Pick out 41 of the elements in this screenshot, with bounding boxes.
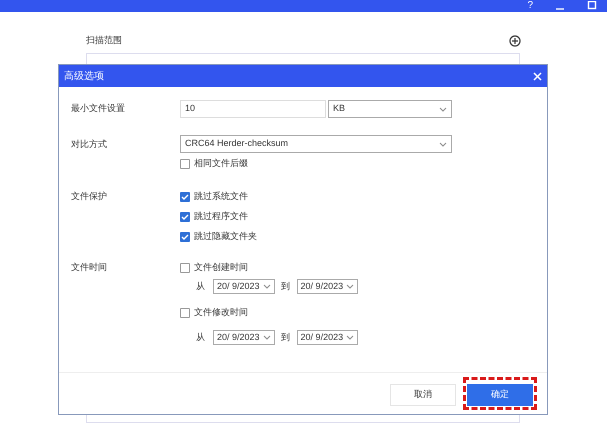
date-field[interactable]: 20/ 9/2023 xyxy=(296,330,358,345)
checkbox[interactable] xyxy=(180,192,190,202)
unit-select[interactable]: KB xyxy=(328,100,452,118)
field-label: 对比方式 xyxy=(71,138,108,151)
checkbox-label: 文件创建时间 xyxy=(194,261,248,274)
field-label: 文件时间 xyxy=(71,261,108,274)
add-icon[interactable] xyxy=(509,34,521,47)
from-label: 从 xyxy=(196,280,206,293)
help-button[interactable]: ? xyxy=(527,1,533,11)
chevron-down-icon xyxy=(439,142,447,146)
chevron-down-icon xyxy=(439,106,447,112)
checkbox[interactable] xyxy=(180,232,190,242)
chevron-down-icon xyxy=(346,284,354,289)
min-size-field[interactable]: 10 xyxy=(180,100,326,118)
close-icon[interactable] xyxy=(533,72,542,80)
chevron-down-icon xyxy=(262,284,271,289)
from-label: 从 xyxy=(196,330,206,344)
checkbox-label: 文件修改时间 xyxy=(194,306,248,320)
checkbox[interactable] xyxy=(180,212,190,222)
checkbox[interactable] xyxy=(180,159,190,169)
date-field[interactable]: 20/ 9/2023 xyxy=(213,330,275,345)
checkbox-label: 跳过隐藏文件夹 xyxy=(194,230,257,244)
to-label: 到 xyxy=(280,330,292,344)
chevron-down-icon xyxy=(346,335,354,340)
confirm-button[interactable]: 确定 xyxy=(467,384,533,406)
cancel-button[interactable]: 取消 xyxy=(390,384,456,406)
checkbox[interactable] xyxy=(180,308,190,318)
to-label: 到 xyxy=(280,280,292,293)
checkbox-label: 跳过系统文件 xyxy=(194,190,248,204)
dialog-title: 高级选项 xyxy=(64,70,104,84)
checkbox-label: 跳过程序文件 xyxy=(194,210,248,224)
field-label: 最小文件设置 xyxy=(71,102,126,116)
field-label: 文件保护 xyxy=(71,190,108,203)
maximize-icon[interactable] xyxy=(587,1,597,11)
date-field[interactable]: 20/ 9/2023 xyxy=(296,279,358,294)
scan-range-label: 扫描范围 xyxy=(86,34,122,47)
checkbox[interactable] xyxy=(180,263,190,273)
date-field[interactable]: 20/ 9/2023 xyxy=(213,279,275,294)
compare-select[interactable]: CRC64 Herder-checksum xyxy=(180,135,452,153)
chevron-down-icon xyxy=(262,335,271,340)
checkbox-label: 相同文件后缀 xyxy=(194,157,248,170)
